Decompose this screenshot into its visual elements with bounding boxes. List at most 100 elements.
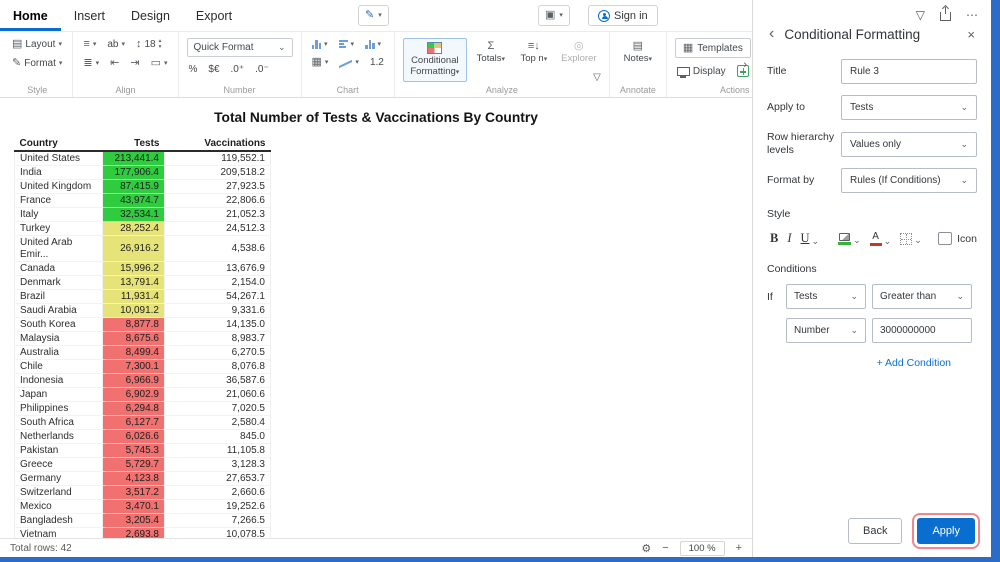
bar-chart-button[interactable]: ▾ bbox=[310, 38, 330, 50]
tests-cell[interactable]: 8,675.6 bbox=[102, 331, 165, 346]
vaccinations-cell[interactable]: 19,252.6 bbox=[164, 499, 271, 514]
country-cell[interactable]: Pakistan bbox=[14, 443, 103, 458]
column-header-country[interactable]: Country bbox=[14, 137, 103, 152]
vaccinations-cell[interactable]: 13,676.9 bbox=[164, 261, 271, 276]
bold-button[interactable]: B bbox=[767, 229, 781, 248]
vaccinations-cell[interactable]: 209,518.2 bbox=[164, 165, 271, 180]
tests-cell[interactable]: 28,252.4 bbox=[102, 221, 165, 236]
increase-decimal-button[interactable]: .0⁺ bbox=[229, 63, 247, 76]
notes-button[interactable]: ▤ Notes▾ bbox=[618, 38, 658, 68]
decrease-decimal-button[interactable]: .0⁻ bbox=[253, 63, 271, 76]
zoom-in-button[interactable]: + bbox=[736, 542, 742, 554]
condition-field-select[interactable]: Tests ⌄ bbox=[786, 284, 866, 310]
condition-value-input[interactable]: 3000000000 bbox=[872, 318, 972, 344]
tests-cell[interactable]: 5,729.7 bbox=[102, 457, 165, 472]
country-cell[interactable]: Bangladesh bbox=[14, 513, 103, 528]
explorer-button[interactable]: ◎ Explorer bbox=[557, 38, 601, 68]
country-cell[interactable]: Saudi Arabia bbox=[14, 303, 103, 318]
tests-cell[interactable]: 5,745.3 bbox=[102, 443, 165, 458]
panel-close-button[interactable]: × bbox=[965, 27, 977, 42]
grid-chart-button[interactable]: ▦ ▾ bbox=[310, 56, 331, 69]
country-cell[interactable]: Denmark bbox=[14, 275, 103, 290]
country-cell[interactable]: United Kingdom bbox=[14, 179, 103, 194]
vaccinations-cell[interactable]: 119,552.1 bbox=[164, 151, 271, 166]
tests-cell[interactable]: 3,205.4 bbox=[102, 513, 165, 528]
merge-cells-button[interactable]: ▭ ▾ bbox=[149, 57, 170, 70]
vaccinations-cell[interactable]: 7,020.5 bbox=[164, 401, 271, 416]
tab-export[interactable]: Export bbox=[183, 0, 245, 31]
vaccinations-cell[interactable]: 54,267.1 bbox=[164, 289, 271, 304]
vaccinations-cell[interactable]: 27,653.7 bbox=[164, 471, 271, 486]
table-settings-button[interactable]: ⚙ bbox=[641, 542, 651, 555]
horizontal-align-button[interactable]: ≡ ▾ bbox=[81, 38, 98, 51]
vaccinations-cell[interactable]: 21,052.3 bbox=[164, 207, 271, 222]
apply-button[interactable]: Apply bbox=[912, 513, 980, 549]
percent-format-button[interactable]: % bbox=[187, 63, 200, 76]
tests-cell[interactable]: 4,123.8 bbox=[102, 471, 165, 486]
tests-cell[interactable]: 6,294.8 bbox=[102, 401, 165, 416]
ribbon-overflow-button[interactable]: › bbox=[741, 57, 749, 73]
vaccinations-cell[interactable]: 845.0 bbox=[164, 429, 271, 444]
vaccinations-cell[interactable]: 2,660.6 bbox=[164, 485, 271, 500]
font-color-button[interactable]: A ⌄ bbox=[867, 230, 895, 248]
layout-button[interactable]: ▤ Layout ▾ bbox=[10, 38, 64, 51]
add-condition-link[interactable]: + Add Condition bbox=[767, 357, 951, 369]
italic-button[interactable]: I bbox=[784, 229, 794, 248]
panel-back-button[interactable]: ‹ bbox=[767, 25, 776, 43]
vaccinations-cell[interactable]: 8,076.8 bbox=[164, 359, 271, 374]
decrease-indent-button[interactable]: ⇤ bbox=[108, 57, 121, 70]
quick-format-select[interactable]: Quick Format ⌄ bbox=[186, 38, 293, 57]
country-cell[interactable]: Japan bbox=[14, 387, 103, 402]
country-cell[interactable]: Indonesia bbox=[14, 373, 103, 388]
vaccinations-cell[interactable]: 3,128.3 bbox=[164, 457, 271, 472]
tests-cell[interactable]: 6,966.9 bbox=[102, 373, 165, 388]
panel-more-button[interactable]: ⋯ bbox=[966, 9, 978, 21]
condition-operator-select[interactable]: Greater than ⌄ bbox=[872, 284, 972, 310]
tests-cell[interactable]: 177,906.4 bbox=[102, 165, 165, 180]
vaccinations-cell[interactable]: 6,270.5 bbox=[164, 345, 271, 360]
country-cell[interactable]: South Africa bbox=[14, 415, 103, 430]
panel-export-button[interactable] bbox=[940, 7, 951, 23]
country-cell[interactable]: Malaysia bbox=[14, 331, 103, 346]
conditional-formatting-button[interactable]: Conditional Formatting▾ bbox=[402, 38, 467, 82]
vaccinations-cell[interactable]: 2,154.0 bbox=[164, 275, 271, 290]
templates-button[interactable]: ▦ Templates bbox=[674, 38, 751, 58]
tests-cell[interactable]: 213,441.4 bbox=[102, 151, 165, 166]
vaccinations-cell[interactable]: 22,806.6 bbox=[164, 193, 271, 208]
font-size-stepper[interactable]: ↕ 18 ▴ ▾ bbox=[134, 38, 163, 51]
country-cell[interactable]: South Korea bbox=[14, 317, 103, 332]
country-cell[interactable]: India bbox=[14, 165, 103, 180]
tab-insert[interactable]: Insert bbox=[61, 0, 118, 31]
tests-cell[interactable]: 6,902.9 bbox=[102, 387, 165, 402]
vaccinations-cell[interactable]: 9,331.6 bbox=[164, 303, 271, 318]
vaccinations-cell[interactable]: 11,105.8 bbox=[164, 443, 271, 458]
sign-in-button[interactable]: Sign in bbox=[588, 5, 658, 26]
line-chart-button[interactable]: ▾ bbox=[337, 57, 361, 69]
display-button[interactable]: Display bbox=[675, 65, 728, 78]
tests-cell[interactable]: 10,091.2 bbox=[102, 303, 165, 318]
vaccinations-cell[interactable]: 24,512.3 bbox=[164, 221, 271, 236]
country-cell[interactable]: Canada bbox=[14, 261, 103, 276]
country-cell[interactable]: Germany bbox=[14, 471, 103, 486]
country-cell[interactable]: Brazil bbox=[14, 289, 103, 304]
tests-cell[interactable]: 3,470.1 bbox=[102, 499, 165, 514]
country-cell[interactable]: United States bbox=[14, 151, 103, 166]
increase-indent-button[interactable]: ⇥ bbox=[128, 57, 141, 70]
apply-to-select[interactable]: Tests ⌄ bbox=[841, 95, 977, 120]
edit-mode-button[interactable]: ✎ ▾ bbox=[358, 5, 389, 26]
tests-cell[interactable]: 26,916.2 bbox=[102, 235, 165, 262]
country-cell[interactable]: Mexico bbox=[14, 499, 103, 514]
border-style-button[interactable]: ⌄ bbox=[897, 231, 925, 247]
country-cell[interactable]: Chile bbox=[14, 359, 103, 374]
tests-cell[interactable]: 6,127.7 bbox=[102, 415, 165, 430]
rule-title-input[interactable]: Rule 3 bbox=[841, 59, 977, 84]
country-cell[interactable]: Turkey bbox=[14, 221, 103, 236]
vaccinations-cell[interactable]: 21,060.6 bbox=[164, 387, 271, 402]
country-cell[interactable]: Australia bbox=[14, 345, 103, 360]
zoom-out-button[interactable]: − bbox=[662, 542, 668, 554]
tests-cell[interactable]: 13,791.4 bbox=[102, 275, 165, 290]
panel-filter-button[interactable]: ▽ bbox=[916, 9, 925, 21]
country-cell[interactable]: Italy bbox=[14, 207, 103, 222]
country-cell[interactable]: Greece bbox=[14, 457, 103, 472]
format-button[interactable]: ✎ Format ▾ bbox=[10, 57, 64, 70]
